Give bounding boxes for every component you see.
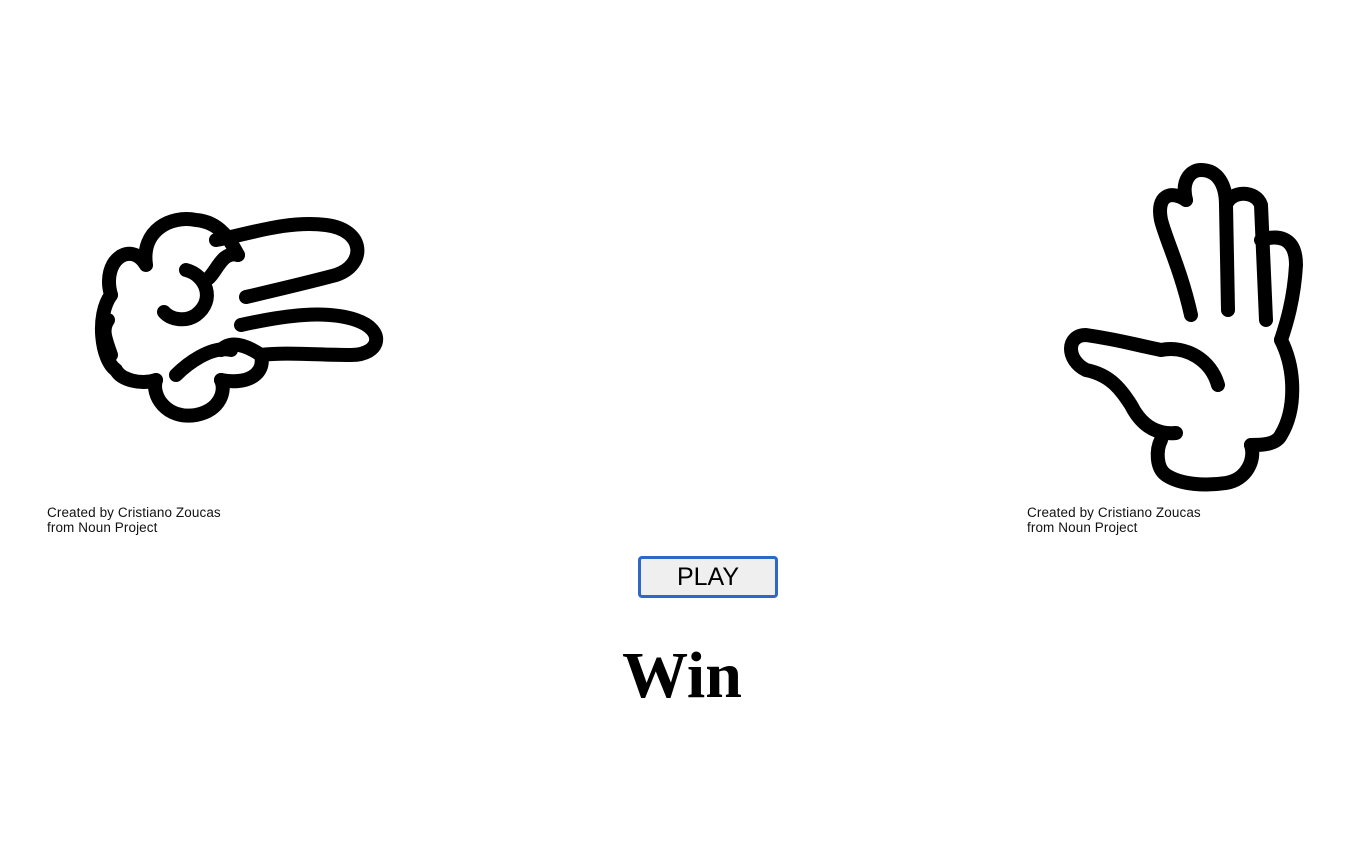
play-button[interactable]: PLAY — [638, 556, 778, 598]
credit-line-2: from Noun Project — [1027, 520, 1138, 535]
credit-line-2: from Noun Project — [47, 520, 158, 535]
paper-hand-icon — [1026, 150, 1346, 500]
scissors-hand-icon — [46, 150, 406, 450]
game-stage: Created by Cristiano Zoucas from Noun Pr… — [0, 0, 1364, 848]
credit-left: Created by Cristiano Zoucas from Noun Pr… — [47, 505, 221, 535]
credit-right: Created by Cristiano Zoucas from Noun Pr… — [1027, 505, 1201, 535]
credit-line-1: Created by Cristiano Zoucas — [1027, 505, 1201, 520]
result-text: Win — [622, 639, 742, 712]
credit-line-1: Created by Cristiano Zoucas — [47, 505, 221, 520]
